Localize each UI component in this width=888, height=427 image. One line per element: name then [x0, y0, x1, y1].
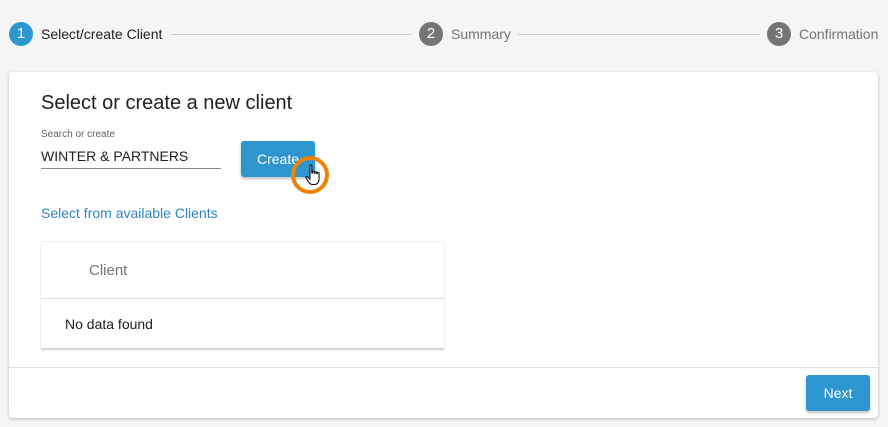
step-number: 3	[767, 22, 791, 46]
step-select-create-client[interactable]: 1 Select/create Client	[9, 22, 162, 46]
step-confirmation[interactable]: 3 Confirmation	[767, 22, 878, 46]
search-input[interactable]	[41, 144, 221, 169]
step-label: Summary	[451, 26, 511, 42]
step-number: 2	[419, 22, 443, 46]
step-label: Select/create Client	[41, 26, 163, 42]
step-label: Confirmation	[799, 26, 879, 42]
card-title: Select or create a new client	[41, 92, 293, 114]
clients-table: Client No data found	[41, 241, 444, 348]
client-selection-card: Select or create a new client Search or …	[9, 72, 878, 418]
next-button[interactable]: Next	[806, 375, 870, 411]
table-header-divider	[41, 298, 444, 299]
hand-pointer-icon	[305, 164, 320, 185]
column-header-client[interactable]: Client	[89, 262, 127, 279]
search-label: Search or create	[41, 129, 115, 140]
step-connector	[518, 34, 760, 35]
stepper: 1 Select/create Client 2 Summary 3 Confi…	[0, 0, 888, 68]
step-connector	[171, 34, 411, 35]
card-footer-divider	[9, 367, 878, 368]
table-empty-message: No data found	[65, 316, 153, 332]
select-available-clients-link[interactable]: Select from available Clients	[41, 205, 218, 221]
step-number: 1	[9, 22, 33, 46]
step-summary[interactable]: 2 Summary	[419, 22, 511, 46]
